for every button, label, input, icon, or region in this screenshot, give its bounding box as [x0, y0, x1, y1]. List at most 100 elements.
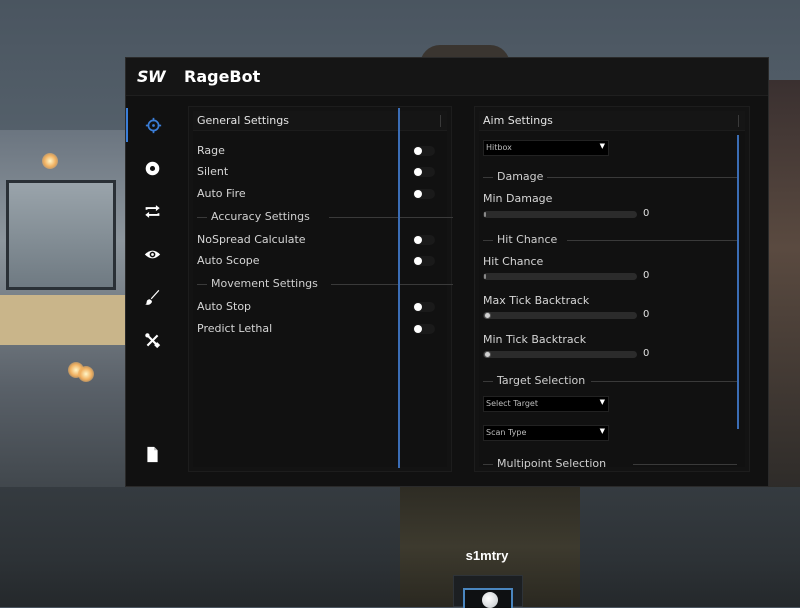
sidebar-item-skins[interactable] — [126, 280, 178, 314]
sidebar-item-misc[interactable] — [126, 323, 178, 357]
app-logo: SW — [137, 67, 166, 86]
accuracy-settings-title: Accuracy Settings — [211, 210, 310, 223]
background-train-body — [0, 295, 125, 345]
separator-line — [567, 240, 737, 241]
dropdown-arrow-icon: ▼ — [599, 427, 605, 435]
header-divider — [440, 115, 441, 127]
select-target-dropdown-value: Select Target — [486, 399, 538, 408]
min-damage-slider[interactable] — [483, 211, 637, 218]
aim-settings-header: Aim Settings — [479, 111, 745, 131]
rage-row: Rage — [197, 142, 437, 160]
toggle-knob — [414, 190, 422, 198]
dropdown-arrow-icon: ▼ — [599, 398, 605, 406]
window-title: RageBot — [184, 67, 261, 86]
general-settings-title: General Settings — [197, 114, 289, 127]
auto-scope-toggle[interactable] — [413, 256, 435, 266]
multipoint-selection-separator: Multipoint Selection — [483, 457, 737, 471]
hitbox-dropdown-value: Hitbox — [486, 143, 512, 152]
auto-stop-toggle[interactable] — [413, 302, 435, 312]
toggle-knob — [414, 147, 422, 155]
separator-line — [483, 240, 493, 241]
min-tick-backtrack-slider[interactable] — [483, 351, 637, 358]
avatar-ball-icon — [482, 592, 498, 608]
sidebar — [126, 96, 178, 486]
min-damage-label: Min Damage — [483, 192, 553, 205]
toggle-knob — [414, 236, 422, 244]
rage-toggle[interactable] — [413, 146, 435, 156]
nospread-row: NoSpread Calculate — [197, 231, 437, 249]
auto-stop-row: Auto Stop — [197, 298, 437, 316]
crosshair-icon — [145, 117, 161, 133]
slider-knob[interactable] — [484, 312, 491, 319]
max-tick-backtrack-slider[interactable] — [483, 312, 637, 319]
toggle-knob — [414, 257, 422, 265]
sidebar-item-configs[interactable] — [126, 437, 178, 471]
max-tick-backtrack-value: 0 — [643, 309, 650, 320]
toggle-knob — [414, 168, 422, 176]
nospread-toggle[interactable] — [413, 235, 435, 245]
scan-type-dropdown[interactable]: Scan Type ▼ — [483, 425, 609, 441]
predict-lethal-row: Predict Lethal — [197, 320, 437, 338]
target-selection-separator: Target Selection — [483, 374, 737, 388]
auto-fire-row: Auto Fire — [197, 185, 437, 203]
background-light — [42, 153, 58, 169]
silent-toggle[interactable] — [413, 167, 435, 177]
rage-label: Rage — [197, 144, 225, 157]
min-tick-backtrack-label: Min Tick Backtrack — [483, 333, 587, 346]
slider-fill — [484, 274, 486, 279]
select-target-dropdown[interactable]: Select Target ▼ — [483, 396, 609, 412]
separator-line — [331, 284, 453, 285]
auto-fire-toggle[interactable] — [413, 189, 435, 199]
left-panel-scrollbar[interactable] — [398, 108, 400, 468]
sidebar-item-legitbot[interactable] — [126, 151, 178, 185]
auto-scope-row: Auto Scope — [197, 252, 437, 270]
auto-fire-label: Auto Fire — [197, 187, 246, 200]
slider-fill — [484, 212, 486, 217]
movement-settings-separator: Movement Settings — [197, 277, 453, 291]
slider-knob[interactable] — [484, 351, 491, 358]
right-panel-scrollbar[interactable] — [737, 135, 739, 429]
separator-line — [633, 464, 737, 465]
general-settings-header: General Settings — [193, 111, 447, 131]
title-bar[interactable]: SW RageBot — [126, 58, 768, 96]
sidebar-item-visuals[interactable] — [126, 237, 178, 271]
hitbox-dropdown[interactable]: Hitbox ▼ — [483, 140, 609, 156]
silent-row: Silent — [197, 163, 437, 181]
ragebot-window: SW RageBot General Settings Rage Silent … — [125, 57, 769, 487]
separator-line — [483, 464, 493, 465]
tools-icon — [144, 332, 160, 348]
aim-settings-panel: Aim Settings Hitbox ▼ Damage Min Damage … — [474, 106, 750, 472]
accuracy-settings-separator: Accuracy Settings — [197, 210, 453, 224]
record-icon — [145, 161, 159, 175]
background-building-right — [768, 80, 800, 500]
silent-label: Silent — [197, 165, 229, 178]
separator-line — [547, 177, 737, 178]
damage-title: Damage — [497, 170, 544, 183]
predict-lethal-toggle[interactable] — [413, 324, 435, 334]
avatar-frame — [463, 588, 513, 608]
predict-lethal-label: Predict Lethal — [197, 322, 273, 335]
sidebar-item-ragebot[interactable] — [126, 108, 178, 142]
separator-line — [483, 177, 493, 178]
sidebar-item-antiaim[interactable] — [126, 194, 178, 228]
general-settings-panel: General Settings Rage Silent Auto Fire A… — [188, 106, 453, 472]
damage-separator: Damage — [483, 170, 737, 184]
auto-stop-label: Auto Stop — [197, 300, 252, 313]
file-icon — [146, 446, 158, 462]
repeat-icon — [144, 204, 160, 218]
separator-line — [329, 217, 453, 218]
separator-line — [197, 284, 207, 285]
player-name: s1mtry — [465, 548, 509, 563]
hit-chance-slider[interactable] — [483, 273, 637, 280]
background-light — [78, 366, 94, 382]
nospread-label: NoSpread Calculate — [197, 233, 306, 246]
separator-line — [591, 381, 737, 382]
max-tick-backtrack-label: Max Tick Backtrack — [483, 294, 590, 307]
multipoint-selection-title: Multipoint Selection — [497, 457, 607, 470]
min-tick-backtrack-value: 0 — [643, 348, 650, 359]
movement-settings-title: Movement Settings — [211, 277, 318, 290]
hit-chance-separator: Hit Chance — [483, 233, 737, 247]
player-avatar — [453, 575, 523, 608]
toggle-knob — [414, 303, 422, 311]
header-divider — [738, 115, 739, 127]
